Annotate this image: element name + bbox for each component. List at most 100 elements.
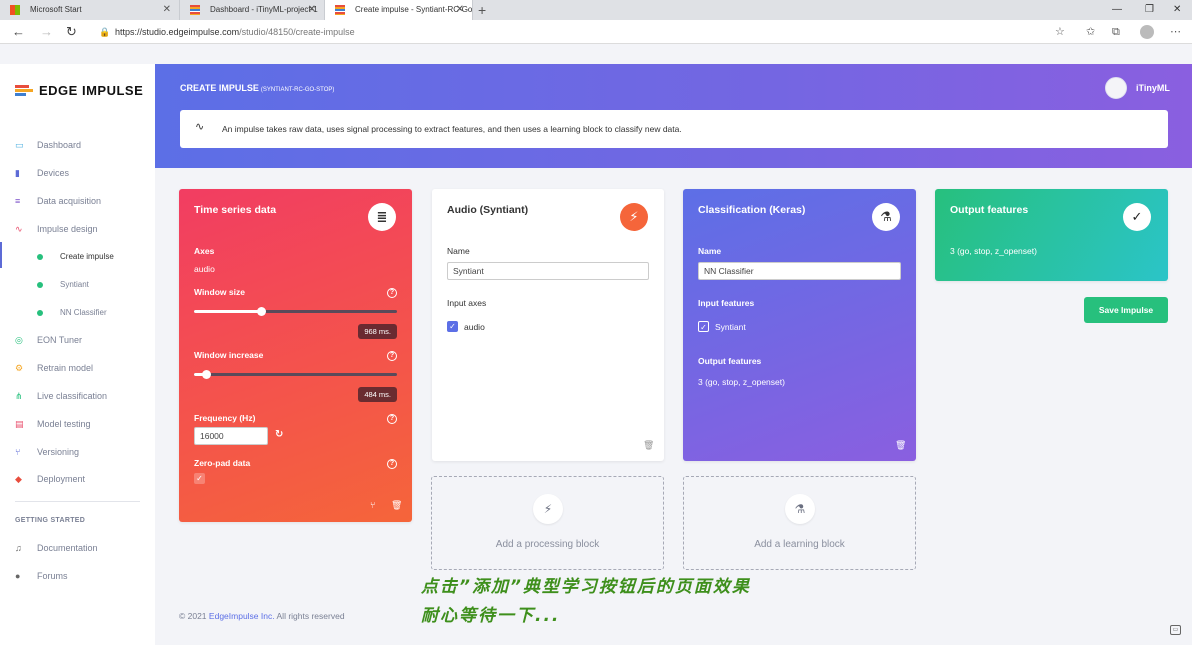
audio-axis-label: audio — [464, 322, 485, 332]
collections-icon[interactable]: ⧉ — [1112, 24, 1120, 40]
block-name-input[interactable]: NN Classifier — [698, 262, 901, 280]
refresh-icon[interactable]: ↻ — [275, 429, 283, 440]
browser-tabbar: Microsoft Start ✕ Dashboard - iTinyML-pr… — [0, 0, 1192, 20]
new-tab-button[interactable]: + — [478, 0, 486, 20]
check-icon: ✓ — [1123, 203, 1151, 231]
sidebar-divider — [15, 501, 140, 502]
close-icon[interactable]: ✕ — [163, 0, 171, 20]
card-title: Classification (Keras) — [698, 204, 806, 216]
axes-value: audio — [194, 264, 215, 274]
network-icon: ⋔ — [15, 391, 23, 401]
block-name-input[interactable]: Syntiant — [447, 262, 649, 280]
zeropad-checkbox[interactable]: ✓ — [194, 473, 205, 484]
card-title: Output features — [950, 204, 1029, 216]
restore-icon[interactable]: ❐ — [1145, 0, 1154, 20]
status-dot — [37, 282, 43, 288]
company-link[interactable]: EdgeImpulse Inc. — [209, 611, 275, 621]
flask-icon: ⚗ — [872, 203, 900, 231]
help-icon[interactable]: ? — [387, 288, 397, 298]
axes-label: Axes — [194, 246, 215, 256]
slider-handle[interactable] — [256, 307, 266, 316]
card-title: Time series data — [194, 204, 277, 216]
lock-icon: 🔒 — [99, 27, 111, 37]
clipboard-icon: ▤ — [15, 419, 24, 429]
status-dot — [37, 310, 43, 316]
browser-tab-active[interactable]: Create impulse - Syntiant-RC-Go ✕ — [325, 0, 473, 20]
active-indicator — [0, 242, 2, 268]
book-icon: ♫ — [15, 543, 22, 553]
microsoft-icon — [10, 5, 20, 15]
annotation-line-2: 耐心等待一下... — [421, 606, 561, 626]
edge-impulse-logo-icon — [15, 85, 35, 97]
retrain-icon: ⚙ — [15, 363, 24, 373]
monitor-icon: ▭ — [15, 140, 24, 150]
frequency-input[interactable]: 16000 — [194, 427, 268, 445]
annotation-line-1: 点击”添加”典型学习按钮后的页面效果 — [421, 577, 751, 597]
chat-icon: ● — [15, 571, 21, 581]
refresh-icon[interactable]: ↻ — [66, 23, 77, 41]
help-icon[interactable]: ? — [387, 459, 397, 469]
forward-icon[interactable]: → — [40, 23, 53, 41]
project-name: (SYNTIANT-RC-GO-STOP) — [260, 87, 335, 93]
window-increase-slider[interactable] — [194, 370, 397, 379]
database-icon: ≡ — [15, 196, 21, 206]
back-icon[interactable]: ← — [12, 23, 25, 41]
favorites-icon[interactable]: ✩ — [1086, 24, 1095, 40]
url-field[interactable]: 🔒 https://studio.edgeimpulse.com/studio/… — [95, 23, 1080, 41]
close-icon[interactable]: ✕ — [308, 0, 316, 20]
branch-icon[interactable]: ⑂ — [370, 500, 375, 510]
brand-name: EDGE IMPULSE — [39, 83, 144, 98]
audio-block-card: Audio (Syntiant) ⚡ Name Syntiant Input a… — [432, 189, 664, 461]
package-icon: ◆ — [15, 474, 22, 484]
output-features-label: Output features — [698, 356, 762, 366]
more-icon[interactable]: ⋯ — [1170, 24, 1181, 40]
branch-icon: ⑂ — [15, 447, 21, 457]
card-title: Audio (Syntiant) — [447, 204, 529, 216]
user-avatar[interactable] — [1105, 77, 1127, 99]
trash-icon[interactable]: 🗑 — [643, 440, 654, 451]
close-icon[interactable]: ✕ — [456, 0, 464, 20]
name-label: Name — [447, 246, 470, 256]
save-impulse-button[interactable]: Save Impulse — [1084, 297, 1168, 323]
audio-axis-checkbox[interactable]: ✓ — [447, 321, 458, 332]
profile-avatar[interactable] — [1140, 25, 1154, 39]
browser-tab[interactable]: Microsoft Start ✕ — [0, 0, 180, 20]
window-size-slider[interactable] — [194, 307, 397, 316]
edge-impulse-icon — [190, 5, 200, 15]
slider-handle[interactable] — [202, 370, 212, 379]
read-aloud-icon[interactable]: ☆ — [1055, 24, 1065, 40]
add-processing-block[interactable]: ⚡ Add a processing block — [431, 476, 664, 570]
close-window-icon[interactable]: ✕ — [1173, 0, 1181, 20]
sidebar: EDGE IMPULSE ▭ Dashboard ▮ Devices ≡ Dat… — [0, 64, 155, 645]
time-series-card: Time series data ≣ Axes audio Window siz… — [179, 189, 412, 522]
flask-icon: ⚗ — [785, 494, 815, 524]
lightning-icon: ⚡ — [620, 203, 648, 231]
slider-fill — [194, 310, 261, 313]
trash-icon[interactable]: 🗑 — [895, 440, 906, 451]
add-learning-label: Add a learning block — [754, 539, 845, 550]
minimize-icon[interactable]: — — [1112, 0, 1122, 20]
window-size-value: 968 ms. — [358, 324, 397, 339]
classification-block-card: Classification (Keras) ⚗ Name NN Classif… — [683, 189, 916, 461]
url-path: /studio/48150/create-impulse — [239, 27, 355, 37]
info-text: An impulse takes raw data, uses signal p… — [222, 124, 682, 134]
user-name[interactable]: iTinyML — [1136, 83, 1170, 93]
help-icon[interactable]: ? — [387, 414, 397, 424]
zeropad-label: Zero-pad data — [194, 458, 251, 468]
add-learning-block[interactable]: ⚗ Add a learning block — [683, 476, 916, 570]
feedback-icon[interactable]: ▭ — [1170, 625, 1181, 635]
trash-icon[interactable]: 🗑 — [391, 500, 402, 511]
input-features-label: Input features — [698, 298, 755, 308]
lightning-icon: ⚡ — [533, 494, 563, 524]
url-host: https://studio.edgeimpulse.com — [115, 27, 240, 37]
tab-title: Dashboard - iTinyML-project-1 — [210, 5, 318, 14]
database-icon: ≣ — [368, 203, 396, 231]
help-icon[interactable]: ? — [387, 351, 397, 361]
window-increase-label: Window increase — [194, 350, 264, 360]
section-header: GETTING STARTED — [15, 517, 86, 524]
syntiant-feature-checkbox[interactable]: ✓ — [698, 321, 709, 332]
tuner-icon: ◎ — [15, 335, 23, 345]
input-axes-label: Input axes — [447, 298, 487, 308]
browser-tab[interactable]: Dashboard - iTinyML-project-1 ✕ — [180, 0, 325, 20]
output-features-card: Output features ✓ 3 (go, stop, z_openset… — [935, 189, 1168, 281]
